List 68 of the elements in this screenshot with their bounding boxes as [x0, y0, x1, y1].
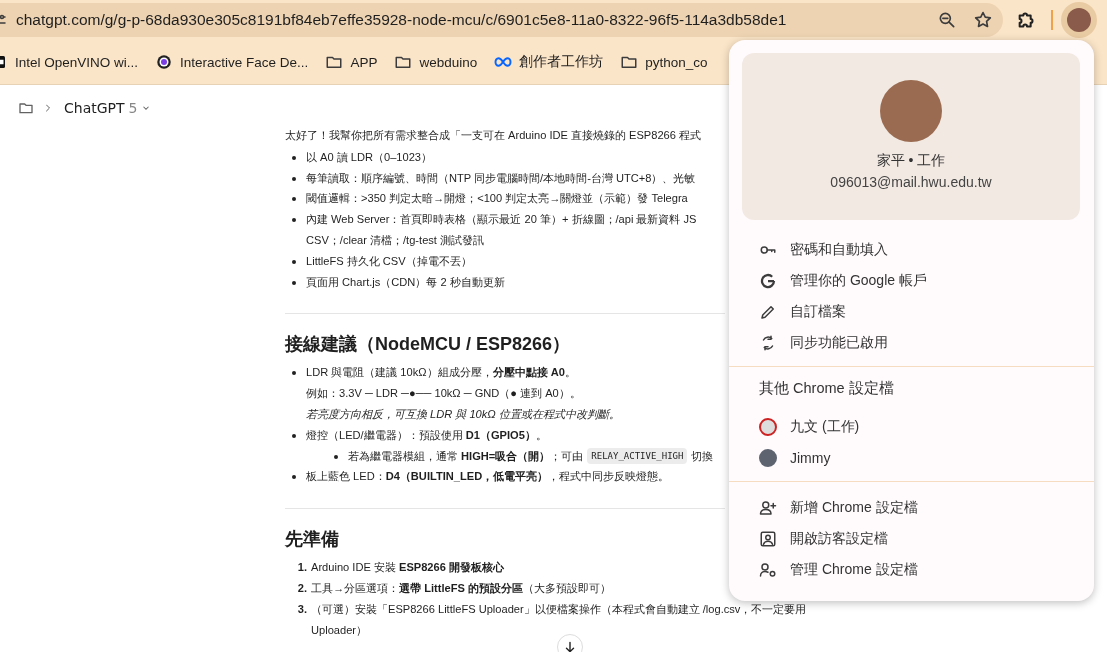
list-number: 2.: [296, 580, 308, 596]
section-heading: 接線建議（NodeMCU / ESP8266）: [285, 333, 571, 357]
list-text: CSV；/clear 清檔；/tg-test 測試發訊: [306, 233, 484, 248]
list-number: 1.: [296, 560, 308, 576]
bookmark[interactable]: Interactive Face De...: [155, 53, 309, 71]
ring-logo-icon: [155, 53, 174, 71]
section-title: 其他 Chrome 設定檔: [759, 379, 895, 398]
list-text: 切換: [691, 448, 714, 464]
bullet-icon: [292, 475, 296, 480]
menu-item[interactable]: 同步功能已啟用: [759, 327, 1094, 358]
list-text: 頁面用 Chart.js（CDN）每 2 秒自動更新: [306, 274, 505, 290]
paragraph: 太好了！我幫你把所有需求整合成「一支可在 Arduino IDE 直接燒錄的 ESP8266 程式: [285, 128, 702, 143]
bullet-icon: [292, 176, 296, 181]
list-text: LittleFS 持久化 CSV（掉電不丟）: [306, 253, 472, 269]
g-letter-icon: [759, 271, 777, 290]
bullet-icon: [292, 155, 296, 160]
list-text: Uploader）: [311, 622, 368, 638]
add-person-icon: [759, 498, 777, 517]
list-text: 以 A0 讀 LDR（0–1023）: [306, 149, 433, 165]
bullet-icon: [292, 197, 296, 202]
menu-item[interactable]: 開啟訪客設定檔: [759, 523, 1094, 554]
list-text: LDR 與電阻（建議 10kΩ）組成分壓，分壓中點接 A0。: [306, 365, 576, 381]
profile-item[interactable]: Jimmy: [759, 442, 1094, 473]
bookmark[interactable]: 創作者工作坊: [494, 53, 604, 71]
menu-item[interactable]: 管理你的 Google 帳戶: [759, 265, 1094, 296]
avatar-photo: [1067, 8, 1091, 32]
address-bar[interactable]: chatgpt.com/g/g-p-68da930e305c8191bf84eb7effe35928-node-mcu/c/6901c5e8-11a0-8322-96f5-114a3db58de1: [0, 3, 1003, 37]
profile-email: 096013@mail.hwu.edu.tw: [830, 174, 992, 190]
folder-icon: [18, 100, 34, 116]
avatar-icon: [759, 448, 777, 467]
list-text: 燈控（LED/繼電器）：預設使用 D1（GPIO5）。: [306, 427, 547, 443]
bullet-icon: [292, 259, 296, 264]
list-text: 每筆讀取：順序編號、時間（NTP 同步電腦時間/本地時間-台灣 UTC+8）、光敏: [306, 170, 696, 186]
bullet-icon: [292, 280, 296, 285]
inline-code: RELAY_ACTIVE_HIGH: [587, 447, 688, 464]
list-text: 若為繼電器模組，通常 HIGH=吸合（開）；可由: [348, 448, 584, 464]
bullet-icon: [334, 454, 338, 459]
list-text: 閾值邏輯：>350 判定太暗→開燈；<100 判定太亮→關燈並（示範）發 Telegra: [306, 191, 688, 207]
list-number: 3.: [296, 601, 308, 617]
model-selector[interactable]: ChatGPT 5: [62, 98, 154, 118]
list-text: Arduino IDE 安裝 ESP8266 開發板核心: [311, 560, 504, 576]
list-text: （可選）安裝「ESP8266 LittleFS Uploader」以便檔案操作（本程式會自動建立 /log.csv，不一定要用: [311, 601, 807, 617]
menu-item[interactable]: 管理 Chrome 設定檔: [759, 554, 1094, 585]
list-text: 工具→分區選項：選帶 LittleFS 的預設分區（大多預設即可）: [311, 580, 611, 596]
profile-button[interactable]: [1061, 2, 1097, 38]
bookmark[interactable]: python_co: [620, 53, 708, 71]
bullet-icon: [292, 371, 296, 376]
section-heading: 先準備: [285, 528, 339, 552]
bookmark[interactable]: Intel OpenVINO wi...: [0, 53, 139, 71]
menu-item[interactable]: 自訂檔案: [759, 296, 1094, 327]
profile-name: 家平 • 工作: [876, 152, 946, 170]
list-text: 例如：3.3V ─ LDR ─●── 10kΩ ─ GND（● 連到 A0）。: [306, 386, 581, 402]
zoom-icon: [937, 10, 957, 30]
arrow-down-icon: [563, 640, 577, 652]
bookmark[interactable]: webduino: [394, 53, 478, 71]
bookmark[interactable]: APP: [325, 53, 378, 71]
list-text: 板上藍色 LED：D4（BUILTIN_LED，低電平亮），程式中同步反映燈態。: [306, 469, 670, 485]
person-gear-icon: [759, 560, 777, 579]
bookmark-star-icon: [973, 10, 993, 30]
menu-item[interactable]: 新增 Chrome 設定檔: [759, 492, 1094, 523]
menu-item[interactable]: 密碼和自動填入: [759, 234, 1094, 265]
bullet-icon: [292, 433, 296, 438]
bullet-icon: [292, 218, 296, 223]
avatar-icon: [759, 417, 777, 436]
list-text: 若亮度方向相反，可互換 LDR 與 10kΩ 位置或在程式中改判斷。: [306, 406, 620, 422]
list-text: 內建 Web Server：首頁即時表格（顯示最近 20 筆）+ 折線圖；/api 最新資料 JS: [306, 212, 697, 228]
person-frame-icon: [759, 529, 777, 548]
profile-item[interactable]: 九文 (工作): [759, 411, 1094, 442]
